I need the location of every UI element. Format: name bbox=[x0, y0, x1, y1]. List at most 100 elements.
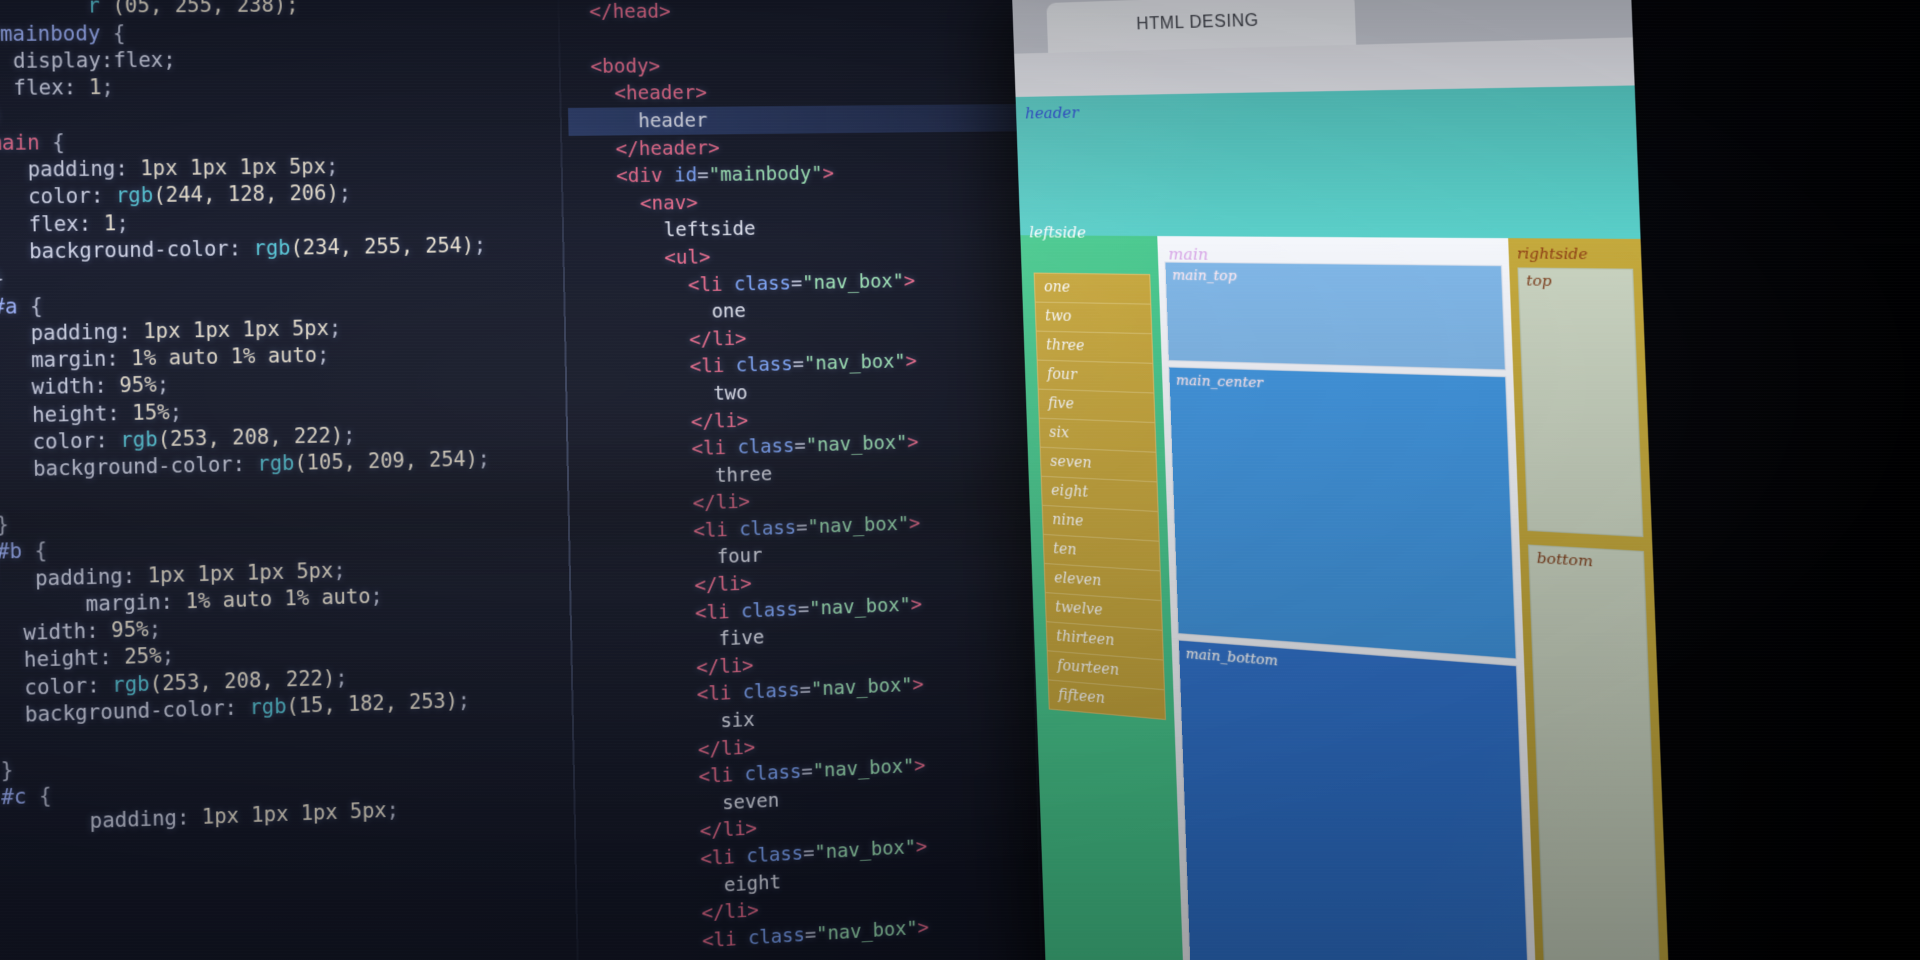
code-token: height: bbox=[0, 400, 133, 428]
browser-preview-window[interactable]: HTML DESING header leftside one two three f… bbox=[1012, 0, 1675, 960]
code-token: { bbox=[26, 783, 52, 809]
nav-list-item[interactable]: five bbox=[1037, 388, 1156, 423]
nav-list-item[interactable]: one bbox=[1033, 272, 1152, 304]
main-center-box: main_center bbox=[1168, 366, 1517, 660]
code-token: { bbox=[39, 130, 65, 155]
browser-tab-label: HTML DESING bbox=[1136, 11, 1260, 34]
code-token: <li bbox=[689, 354, 725, 379]
code-token: one bbox=[572, 299, 747, 326]
code-token: > bbox=[915, 834, 928, 858]
code-token: (105, 209, 254) bbox=[294, 447, 478, 476]
header-label: header bbox=[1024, 103, 1080, 123]
code-token: <body> bbox=[590, 54, 661, 78]
code-token: class bbox=[723, 352, 793, 378]
nav-list-item[interactable]: seven bbox=[1039, 446, 1158, 482]
code-token: </li> bbox=[694, 571, 753, 597]
code-token: ; bbox=[342, 423, 356, 448]
code-token: } bbox=[0, 757, 14, 782]
leftside-label: leftside bbox=[1028, 222, 1087, 242]
code-token: background-color: bbox=[0, 452, 258, 483]
rightside-bottom-box: bottom bbox=[1527, 544, 1663, 960]
code-token: rgb bbox=[249, 694, 287, 720]
code-token: 15% bbox=[132, 400, 170, 425]
monitor-screen: } r (05, 255, 238);#mainbody { display:f… bbox=[0, 0, 1920, 960]
code-token: > bbox=[912, 673, 924, 697]
code-token: > bbox=[913, 753, 926, 778]
code-token: ; bbox=[457, 688, 471, 713]
code-token: > bbox=[905, 349, 918, 373]
code-token: <li bbox=[691, 436, 727, 461]
code-line bbox=[566, 23, 1068, 52]
code-token: 1 bbox=[88, 75, 102, 100]
code-token: 1% auto 1% auto bbox=[185, 584, 371, 614]
code-token: = bbox=[790, 270, 803, 294]
code-token: display:flex; bbox=[0, 47, 176, 73]
code-token: 95% bbox=[111, 617, 149, 643]
page-leftside-nav: leftside one two three four five six seven eigh… bbox=[1020, 223, 1184, 960]
nav-list-item[interactable]: three bbox=[1035, 330, 1154, 363]
html-code-pane[interactable]: DESING</title> </head> <body> <header> h… bbox=[565, 0, 1087, 960]
nav-list-item[interactable]: two bbox=[1034, 301, 1153, 334]
code-token: ; bbox=[325, 154, 339, 179]
code-token: rgb bbox=[253, 235, 291, 261]
code-token: </li> bbox=[701, 898, 760, 925]
code-token: #b bbox=[0, 539, 23, 564]
code-token: width: bbox=[0, 618, 112, 646]
code-token: class bbox=[736, 923, 806, 950]
code-token: > bbox=[903, 268, 916, 292]
rightside-bottom-label: bottom bbox=[1536, 550, 1594, 571]
page-mainbody-region: leftside one two three four five six seven eigh… bbox=[1020, 223, 1672, 960]
code-token: <div bbox=[615, 163, 663, 188]
nav-list-item[interactable]: six bbox=[1038, 417, 1157, 452]
code-token: three bbox=[575, 462, 773, 492]
code-token: <li bbox=[700, 845, 736, 871]
code-token: rgb bbox=[111, 671, 150, 697]
code-token: ; bbox=[370, 583, 383, 608]
code-token: "nav_box" bbox=[810, 673, 913, 701]
code-token: } bbox=[0, 103, 2, 127]
code-token: = bbox=[804, 922, 817, 946]
code-token: (244, 128, 206) bbox=[153, 181, 339, 208]
code-token: 1px 1px 1px 5px bbox=[147, 558, 334, 587]
code-token: margin: bbox=[0, 589, 186, 619]
code-token: "nav_box" bbox=[814, 835, 917, 864]
code-token: = bbox=[799, 678, 812, 702]
code-line: <body> bbox=[567, 50, 1069, 80]
code-token: rgb bbox=[257, 451, 295, 476]
code-token: rgb bbox=[115, 183, 154, 208]
code-token: <li bbox=[701, 927, 737, 953]
rightside-top-box: top bbox=[1517, 267, 1644, 538]
code-token: (253, 208, 222) bbox=[149, 665, 336, 696]
main-center-label: main_center bbox=[1175, 373, 1264, 392]
code-token: background-color: bbox=[0, 236, 254, 264]
code-token: ; bbox=[148, 617, 162, 642]
nav-list-item[interactable]: four bbox=[1036, 359, 1155, 393]
nav-list[interactable]: one two three four five six seven eight nine ten e… bbox=[1033, 272, 1166, 721]
code-token: 1px 1px 1px 5px bbox=[201, 798, 387, 830]
code-token: header bbox=[568, 108, 708, 133]
code-token: "nav_box" bbox=[802, 268, 905, 294]
code-token: 1px 1px 1px 5px bbox=[143, 316, 330, 344]
code-token: = bbox=[794, 433, 807, 457]
browser-tab[interactable]: HTML DESING bbox=[1046, 0, 1357, 53]
rightside-top-label: top bbox=[1525, 273, 1553, 291]
code-token: ; bbox=[116, 210, 130, 235]
code-token: color: bbox=[0, 428, 121, 455]
main-top-box: main_top bbox=[1164, 261, 1507, 371]
code-line: #mainbody { bbox=[0, 18, 592, 48]
code-token: <li bbox=[687, 272, 723, 296]
code-token: height: bbox=[0, 645, 125, 673]
css-code-pane[interactable]: } r (05, 255, 238);#mainbody { display:f… bbox=[0, 0, 605, 839]
code-token: <ul> bbox=[664, 245, 711, 269]
code-token: flex: bbox=[0, 211, 105, 237]
